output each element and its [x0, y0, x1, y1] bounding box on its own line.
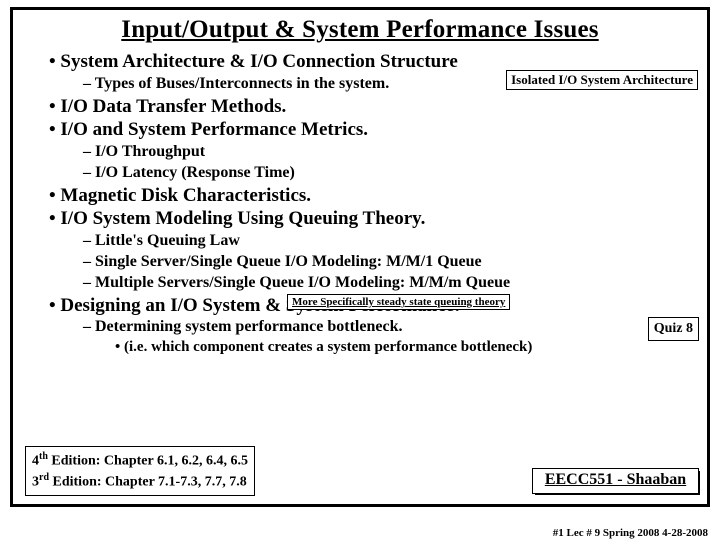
- sub-mm1: Single Server/Single Queue I/O Modeling:…: [83, 252, 693, 273]
- ed4-sup: th: [39, 451, 48, 462]
- sub-mmm: Multiple Servers/Single Queue I/O Modeli…: [83, 273, 693, 294]
- isolated-arch-box: Isolated I/O System Architecture: [506, 70, 698, 90]
- slide-title: Input/Output & System Performance Issues: [27, 16, 693, 44]
- course-label: EECC551 - Shaaban: [532, 468, 699, 494]
- ed4-rest: Edition: Chapter 6.1, 6.2, 6.4, 6.5: [48, 454, 248, 469]
- ed4-num: 4: [32, 454, 39, 469]
- slide-frame: Input/Output & System Performance Issues…: [10, 7, 710, 507]
- edition-4-line: 4th Edition: Chapter 6.1, 6.2, 6.4, 6.5: [32, 450, 248, 471]
- ed3-num: 3: [32, 475, 39, 490]
- bullet-queuing: I/O System Modeling Using Queuing Theory…: [49, 207, 693, 231]
- editions-box: 4th Edition: Chapter 6.1, 6.2, 6.4, 6.5 …: [25, 446, 255, 496]
- ed3-rest: Edition: Chapter 7.1-7.3, 7.7, 7.8: [49, 475, 247, 490]
- slide-footer: #1 Lec # 9 Spring 2008 4-28-2008: [553, 527, 708, 539]
- course-box: EECC551 - Shaaban: [532, 468, 697, 492]
- sub-bottleneck-note: (i.e. which component creates a system p…: [115, 338, 693, 358]
- quiz-box: Quiz 8: [648, 317, 699, 341]
- bullet-io-perf: I/O and System Performance Metrics.: [49, 118, 693, 142]
- sub-throughput: I/O Throughput: [83, 142, 693, 163]
- edition-3-line: 3rd Edition: Chapter 7.1-7.3, 7.7, 7.8: [32, 471, 248, 492]
- sub-little: Little's Queuing Law: [83, 231, 693, 252]
- queuing-note-box: More Specifically steady state queuing t…: [287, 294, 510, 310]
- ed3-sup: rd: [39, 472, 49, 483]
- sub-bottleneck: Determining system performance bottlenec…: [83, 317, 693, 338]
- sub-latency: I/O Latency (Response Time): [83, 163, 693, 184]
- bullet-io-data: I/O Data Transfer Methods.: [49, 95, 693, 119]
- bullet-disk: Magnetic Disk Characteristics.: [49, 184, 693, 208]
